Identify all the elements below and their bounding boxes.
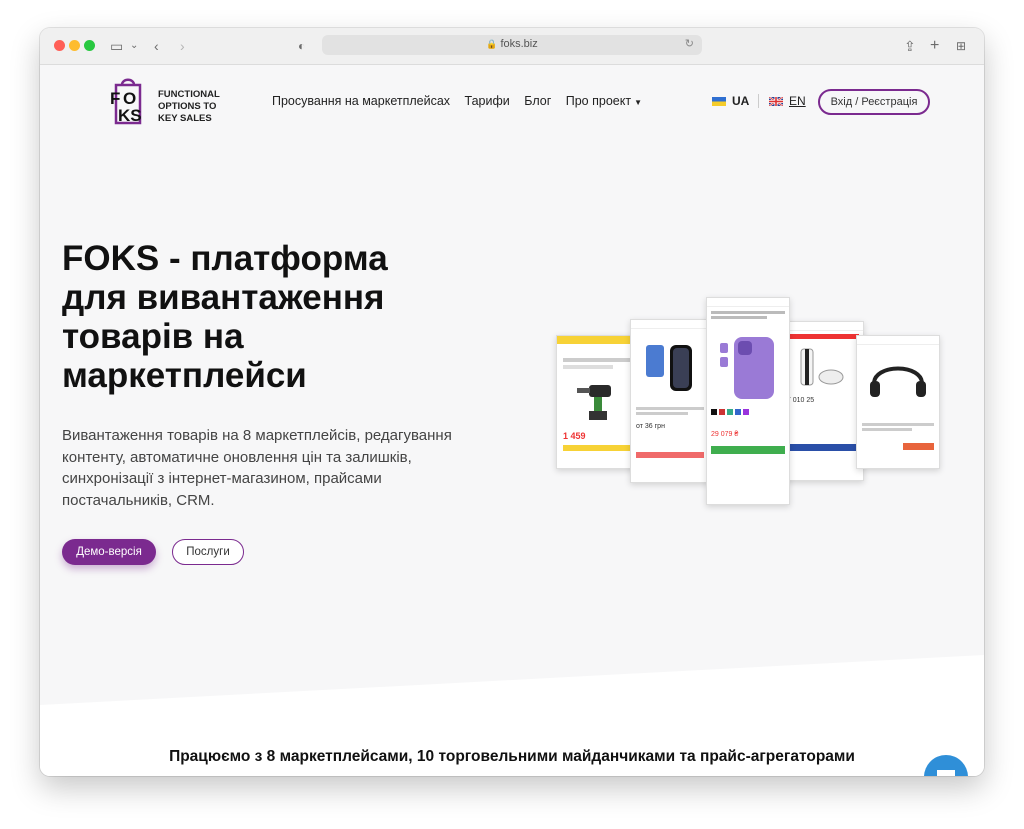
ua-flag-icon: [712, 97, 726, 107]
product-card-1: 1 459: [556, 335, 638, 469]
hero-title-line-2: для вивантаження: [62, 278, 385, 317]
card-3-text-line: [711, 316, 767, 319]
card-2-text-line: [636, 412, 688, 415]
minimize-window-button[interactable]: [69, 40, 80, 51]
iphone-image: [720, 337, 774, 399]
card-3-buy-button: [711, 446, 785, 454]
swatch-green: [727, 409, 733, 415]
marketplace-cards-illustration: 1 459 от 36 грн 17 010 25 29 079 ₴: [556, 297, 942, 507]
grid-icon[interactable]: ⊞: [956, 37, 966, 55]
nav-item-pricing[interactable]: Тарифи: [465, 94, 510, 108]
phone-case-image: [646, 345, 692, 391]
sidebar-icon[interactable]: ▭: [110, 37, 123, 55]
logo-line-3: KEY SALES: [158, 113, 212, 124]
swatch-red: [719, 409, 725, 415]
services-button[interactable]: Послуги: [172, 539, 244, 565]
maximize-window-button[interactable]: [84, 40, 95, 51]
card-3-text-line: [711, 311, 785, 314]
card-1-price: 1 459: [563, 431, 586, 441]
lang-ua-label: UA: [732, 94, 750, 108]
swatch-purple: [743, 409, 749, 415]
browser-toolbar: ▭ ⌄ ‹ › ◐ 🔒 foks.biz ↻ ⇪ + ⊞: [40, 28, 984, 65]
lang-en-label: EN: [789, 94, 806, 108]
card-2-header: [631, 320, 709, 329]
card-2-text-line: [636, 407, 704, 410]
main-nav: Просування на маркетплейсах Тарифи Блог …: [272, 94, 664, 108]
demo-button[interactable]: Демо-версія: [62, 539, 156, 565]
hero-title-line-4: маркетплейси: [62, 356, 307, 395]
share-icon[interactable]: ⇪: [904, 37, 916, 55]
svg-text:KS: KS: [118, 106, 142, 125]
card-1-buy-button: [563, 445, 631, 451]
product-card-5: [856, 335, 940, 469]
card-5-buy-button: [903, 443, 934, 450]
chat-bubble-icon: [937, 770, 955, 776]
nav-item-blog[interactable]: Блог: [524, 94, 551, 108]
product-card-4: 17 010 25: [778, 321, 864, 481]
logo-line-2: OPTIONS TO: [158, 101, 217, 112]
console-image: [800, 348, 844, 386]
hero-title-line-1: FOKS - платформа: [62, 239, 388, 278]
card-5-text-line: [862, 428, 912, 431]
color-swatches: [711, 409, 785, 415]
caret-down-icon: ▼: [634, 98, 642, 107]
reload-icon[interactable]: ↻: [685, 37, 694, 50]
card-3-price: 29 079 ₴: [711, 431, 739, 438]
card-5-text-line: [862, 423, 934, 426]
close-window-button[interactable]: [54, 40, 65, 51]
headphones-image: [870, 366, 926, 397]
marketplaces-heading: Працюємо з 8 маркетплейсами, 10 торговел…: [169, 748, 855, 765]
lang-en[interactable]: EN: [769, 94, 806, 108]
lang-ua[interactable]: UA: [712, 94, 749, 108]
nav-item-about[interactable]: Про проект ▼: [566, 94, 653, 108]
hero-title-line-3: товарів на: [62, 317, 244, 356]
page: F O KS FUNCTIONAL OPTIONS TO KEY SALES П…: [40, 65, 984, 776]
card-2-buy-button: [636, 452, 704, 458]
address-bar[interactable]: 🔒 foks.biz ↻: [322, 35, 702, 55]
drill-image: [577, 385, 611, 420]
hero-title: FOKS - платформа для вивантаження товарі…: [62, 239, 482, 395]
card-5-header: [857, 336, 939, 345]
chevron-left-icon[interactable]: ‹: [154, 37, 159, 55]
login-register-button[interactable]: Вхід / Реєстрація: [818, 89, 930, 115]
logo[interactable]: F O KS FUNCTIONAL OPTIONS TO KEY SALES: [106, 77, 236, 129]
swatch-black: [711, 409, 717, 415]
card-1-text-line: [563, 365, 613, 369]
card-1-text-line: [563, 358, 631, 362]
shield-icon[interactable]: ◐: [298, 37, 305, 55]
card-3-header: [707, 298, 789, 307]
logo-mark-icon: F O KS: [110, 78, 142, 125]
chevron-right-icon[interactable]: ›: [180, 37, 185, 55]
logo-line-1: FUNCTIONAL: [158, 89, 220, 100]
plus-icon[interactable]: +: [930, 37, 939, 55]
uk-flag-icon: [769, 97, 783, 107]
card-2-price: от 36 грн: [636, 423, 665, 430]
card-1-header: [557, 336, 637, 344]
chevron-down-icon[interactable]: ⌄: [130, 37, 138, 55]
nav-item-marketplaces[interactable]: Просування на маркетплейсах: [272, 94, 450, 108]
logo-text: FUNCTIONAL OPTIONS TO KEY SALES: [158, 89, 220, 125]
browser-window: ▭ ⌄ ‹ › ◐ 🔒 foks.biz ↻ ⇪ + ⊞ F O KS FUNCT…: [40, 28, 984, 776]
chat-button[interactable]: [924, 755, 968, 776]
hero-description: Вивантаження товарів на 8 маркетплейсів,…: [62, 427, 452, 509]
card-4-header: [779, 322, 863, 331]
product-card-2: от 36 грн: [630, 319, 710, 483]
card-4-price: 17 010 25: [783, 397, 815, 404]
lang-divider: [758, 94, 759, 108]
swatch-blue: [735, 409, 741, 415]
nav-item-about-label: Про проект: [565, 94, 632, 108]
card-4-banner: [783, 334, 859, 339]
lock-icon: 🔒: [486, 39, 498, 49]
card-4-buy-button: [783, 444, 859, 451]
url-text: foks.biz: [500, 38, 538, 50]
product-card-3: 29 079 ₴: [706, 297, 790, 505]
